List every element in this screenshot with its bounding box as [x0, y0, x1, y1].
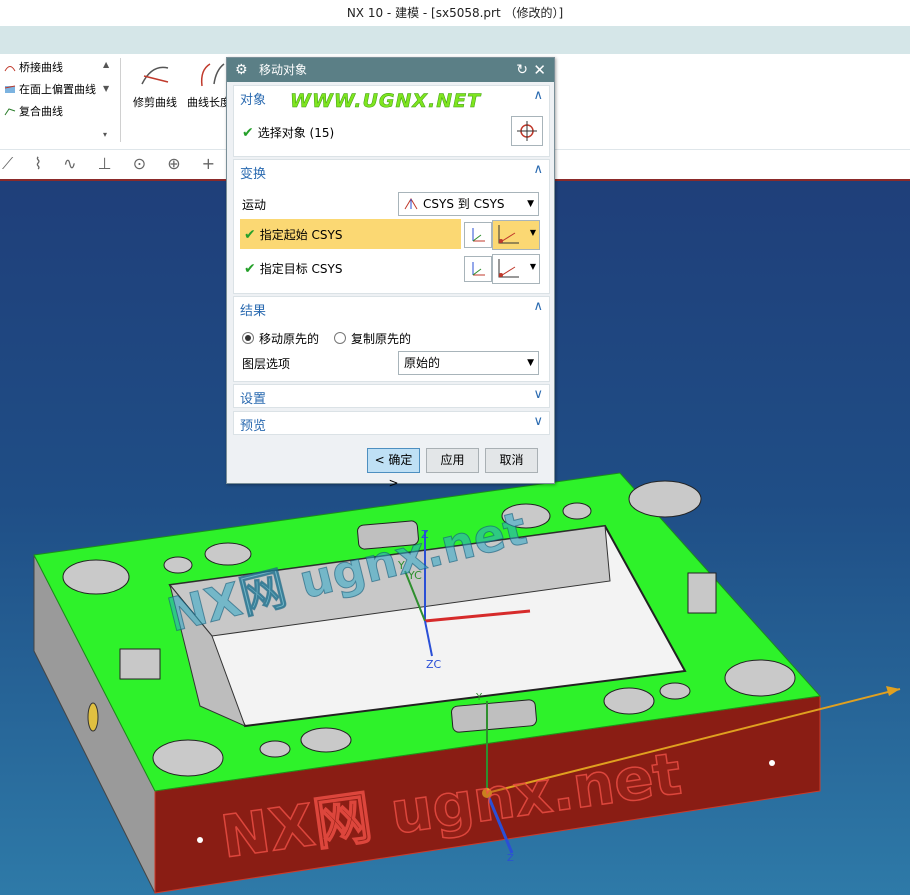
expand-chevron-icon[interactable]: ∨	[533, 387, 543, 402]
motion-value: CSYS 到 CSYS	[423, 197, 505, 211]
motion-label: 运动	[242, 198, 267, 212]
preview-section-title: 预览	[240, 419, 267, 434]
y2-axis-label: Y	[476, 692, 483, 703]
curve-length-icon	[200, 63, 225, 87]
move-object-dialog: ⚙ 移动对象 ↻ ✕ 对象 ∧ WWW.UGNX.NET ✔ 选择对象 (15) …	[226, 57, 555, 490]
apply-button[interactable]: 应用	[426, 448, 479, 473]
motion-select[interactable]: CSYS 到 CSYS ▼	[398, 192, 539, 216]
result-section: 结果 ∧ 移动原先的 复制原先的 图层选项 原始的 ▼	[233, 296, 550, 382]
target-csys-label: 指定目标 CSYS	[259, 262, 343, 276]
front-hole-left	[197, 837, 203, 843]
bridge-curve-label: 桥接曲线	[19, 61, 63, 74]
settings-section[interactable]: 设置 ∨	[233, 384, 550, 408]
bridge-curve-icon	[4, 60, 16, 72]
collapse-chevron-icon[interactable]: ∧	[533, 88, 543, 103]
csys-icon	[404, 198, 418, 210]
gear-icon: ⚙	[235, 62, 248, 78]
x2-arrowhead	[886, 686, 900, 696]
start-csys-inferred-button[interactable]: ▼	[492, 220, 540, 250]
dropdown-arrow-icon: ▼	[529, 262, 536, 271]
collapse-chevron-icon[interactable]: ∧	[533, 162, 543, 177]
left-slot	[119, 648, 161, 680]
check-icon: ✔	[242, 125, 254, 141]
expand-chevron-icon[interactable]: ∨	[533, 414, 543, 429]
target-csys-inferred-button[interactable]: ▼	[492, 254, 540, 284]
crosshair-icon	[517, 121, 537, 141]
start-csys-row[interactable]: ✔ 指定起始 CSYS	[240, 219, 461, 249]
composite-curve-item[interactable]: 复合曲线	[4, 102, 63, 122]
preview-section[interactable]: 预览 ∨	[233, 411, 550, 435]
layer-option-label: 图层选项	[242, 357, 291, 371]
offset-curve-in-face-item[interactable]: 在面上偏置曲线	[4, 80, 96, 100]
inferred-csys-icon	[498, 259, 519, 278]
composite-curve-label: 复合曲线	[19, 105, 63, 118]
csys-dialog-icon	[472, 262, 485, 276]
right-slot	[687, 572, 717, 614]
offset-curve-icon	[4, 82, 16, 94]
collapse-chevron-icon[interactable]: ∧	[533, 299, 543, 314]
select-object-button[interactable]	[511, 116, 543, 146]
layer-option-select[interactable]: 原始的 ▼	[398, 351, 539, 375]
trim-curve-label: 修剪曲线	[133, 96, 177, 109]
dropdown-arrow-icon: ▼	[527, 358, 534, 368]
check-icon: ✔	[244, 261, 256, 277]
inferred-csys-icon	[498, 225, 519, 244]
reset-icon[interactable]: ↻	[516, 58, 528, 82]
close-icon[interactable]: ✕	[533, 58, 546, 82]
bridge-curve-item[interactable]: 桥接曲线	[4, 58, 63, 78]
offset-curve-label: 在面上偏置曲线	[19, 83, 96, 96]
more-arrow[interactable]: ▾	[103, 130, 107, 139]
window-title: NX 10 - 建模 - [sx5058.prt （修改的）]	[0, 0, 910, 26]
select-object-label: 选择对象 (15)	[257, 126, 335, 140]
radio-unselected-icon	[334, 332, 346, 344]
csys-dialog-icon	[472, 228, 485, 242]
settings-section-title: 设置	[240, 392, 267, 407]
scroll-up-arrow[interactable]: ▲	[103, 60, 109, 69]
ribbon-separator	[120, 58, 121, 142]
dialog-title: 移动对象	[259, 63, 308, 77]
target-csys-dialog-button[interactable]	[464, 256, 492, 282]
select-object-row[interactable]: ✔ 选择对象 (15)	[242, 124, 334, 141]
dropdown-arrow-icon: ▼	[529, 228, 536, 237]
object-section-title[interactable]: 对象	[240, 89, 266, 108]
transform-section-title[interactable]: 变换	[240, 163, 266, 182]
radio-selected-icon	[242, 332, 254, 344]
composite-curve-icon	[4, 104, 16, 116]
move-original-label: 移动原先的	[259, 332, 320, 346]
ribbon-tab-band	[0, 26, 910, 54]
dialog-header: ⚙ 移动对象 ↻ ✕	[227, 58, 554, 82]
trim-curve-icon	[141, 66, 169, 85]
dropdown-arrow-icon: ▼	[527, 199, 534, 209]
move-original-radio[interactable]: 移动原先的	[242, 330, 319, 347]
front-hole-right	[769, 760, 775, 766]
cancel-button[interactable]: 取消	[485, 448, 538, 473]
layer-option-value: 原始的	[404, 356, 441, 370]
zc-axis-label: ZC	[426, 658, 442, 671]
csys-dialog-button[interactable]	[464, 222, 492, 248]
transform-section: 变换 ∧ 运动 CSYS 到 CSYS ▼ ✔ 指定起始 CSYS ▼ ✔ 指定目标…	[233, 159, 550, 294]
curve-length-label: 曲线长度	[187, 96, 231, 109]
trim-curve-button[interactable]: 修剪曲线	[128, 60, 182, 110]
dialog-watermark: WWW.UGNX.NET	[290, 90, 482, 113]
ok-button[interactable]: < 确定 >	[367, 448, 420, 490]
start-csys-label: 指定起始 CSYS	[259, 228, 343, 242]
scroll-down-arrow[interactable]: ▼	[103, 84, 109, 93]
snap-toolbar[interactable]: ⟋ ⌇ ∿ ⊥ ⊙ ⊕ + ⟋ ◔ ▦	[0, 150, 232, 201]
copy-original-radio[interactable]: 复制原先的	[334, 330, 411, 347]
object-section: 对象 ∧ WWW.UGNX.NET ✔ 选择对象 (15)	[233, 85, 550, 157]
result-section-title[interactable]: 结果	[240, 300, 266, 319]
side-hole	[87, 702, 99, 732]
target-csys-row[interactable]: ✔ 指定目标 CSYS	[244, 260, 343, 277]
z2-axis-label: Z	[507, 853, 514, 864]
check-icon: ✔	[244, 227, 256, 243]
copy-original-label: 复制原先的	[351, 332, 412, 346]
